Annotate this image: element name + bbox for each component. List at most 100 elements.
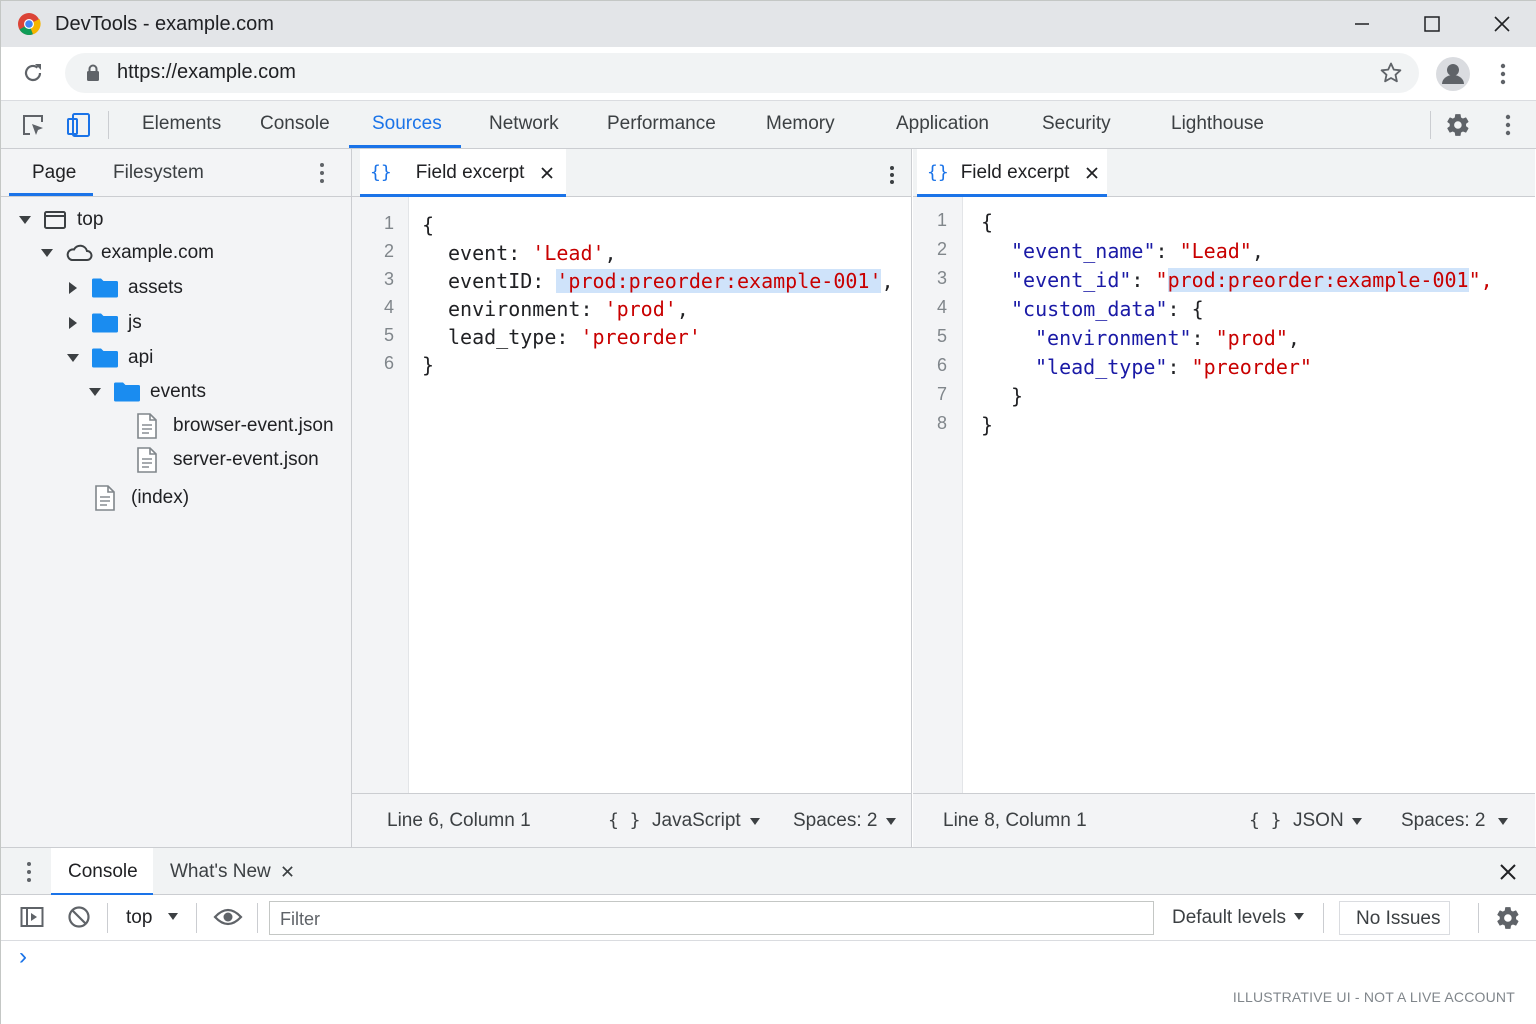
devtools-menu-icon[interactable] [1498,113,1518,137]
close-window-button[interactable] [1482,9,1522,39]
tab-performance[interactable]: Performance [607,113,716,135]
code-line[interactable]: } [981,413,993,437]
close-tab-icon[interactable] [1085,166,1099,180]
expanded-arrow-icon[interactable] [87,384,103,400]
code-line[interactable]: eventID: 'prod:preorder:example-001', [448,269,894,293]
collapsed-arrow-icon[interactable] [65,315,81,331]
console-filter-input[interactable]: Filter [269,901,1154,935]
code-line[interactable]: { [422,213,434,237]
editor-more-icon[interactable] [884,163,900,187]
expanded-arrow-icon[interactable] [39,245,55,261]
cursor-position: Line 8, Column 1 [943,810,1087,831]
tab-console[interactable]: Console [260,113,330,135]
context-select[interactable]: top [126,907,152,929]
minimize-button[interactable] [1342,9,1382,39]
tree-item-index[interactable]: (index) [93,483,189,513]
toolbar-divider [1430,111,1431,139]
url-text[interactable]: https://example.com [117,61,296,84]
tab-memory[interactable]: Memory [766,113,835,135]
file-tab[interactable]: {} Field excerpt [360,149,566,197]
indent-select[interactable]: Spaces: 2 [793,810,878,832]
tab-network[interactable]: Network [489,113,559,135]
sidebar-toggle-icon[interactable] [20,906,44,928]
json-key: "custom_data" [1011,297,1168,321]
console-settings-gear-icon[interactable] [1495,905,1521,931]
code-line[interactable]: } [422,353,434,377]
code-key: event: [448,241,533,265]
minimize-icon [1355,23,1369,25]
close-drawer-icon[interactable] [1499,863,1517,881]
address-bar[interactable]: https://example.com [65,53,1419,93]
tree-item-js[interactable]: js [65,308,142,338]
dropdown-arrow-icon[interactable] [167,912,179,922]
drawer-tab-console[interactable]: Console [51,848,153,896]
expanded-arrow-icon[interactable] [17,212,33,228]
tab-page[interactable]: Page [32,162,76,184]
device-toolbar-icon[interactable] [67,112,91,138]
console-output[interactable]: › ILLUSTRATIVE UI - NOT A LIVE ACCOUNT [1,941,1536,1024]
line-number: 1 [936,210,947,230]
clear-console-icon[interactable] [67,905,91,929]
pretty-print-icon[interactable]: { } [1249,810,1282,831]
dropdown-arrow-icon[interactable] [1497,817,1509,827]
navigator-more-icon[interactable] [312,161,332,185]
lock-icon[interactable] [85,64,101,82]
line-gutter: 1 2 3 4 5 6 [352,197,409,794]
code-line[interactable]: "lead_type": "preorder" [1035,355,1312,379]
code-line[interactable]: environment: 'prod', [448,297,689,321]
profile-avatar-icon[interactable] [1435,56,1471,92]
tree-item-assets[interactable]: assets [65,273,183,303]
file-tab[interactable]: {} Field excerpt [917,149,1107,197]
language-select[interactable]: JavaScript [652,810,741,832]
close-tab-icon[interactable] [281,865,294,878]
close-tab-icon[interactable] [540,166,554,180]
code-line[interactable]: lead_type: 'preorder' [448,325,701,349]
tree-item-top[interactable]: top [17,205,103,235]
tab-security[interactable]: Security [1042,113,1111,135]
tab-lighthouse[interactable]: Lighthouse [1171,113,1264,135]
browser-menu-icon[interactable] [1493,62,1513,86]
tab-application[interactable]: Application [896,113,989,135]
dropdown-arrow-icon[interactable] [1293,912,1305,922]
inspect-element-icon[interactable] [21,113,45,137]
live-expression-eye-icon[interactable] [213,907,243,927]
tree-item-events[interactable]: events [87,377,206,407]
bookmark-star-icon[interactable] [1379,61,1403,85]
pretty-print-icon[interactable]: { } [608,810,641,831]
tree-item-api[interactable]: api [65,343,153,373]
dropdown-arrow-icon[interactable] [885,817,897,827]
drawer-menu-icon[interactable] [21,860,37,884]
drawer-tab-whats-new[interactable]: What's New [170,861,271,883]
code-line[interactable]: "environment": "prod", [1035,326,1300,350]
tab-sources[interactable]: Sources [372,113,442,135]
dropdown-arrow-icon[interactable] [1351,817,1363,827]
line-number: 6 [936,355,947,375]
code-line[interactable]: } [1011,384,1023,408]
tab-elements[interactable]: Elements [142,113,221,135]
dropdown-arrow-icon[interactable] [749,817,761,827]
expanded-arrow-icon[interactable] [65,350,81,366]
line-number: 2 [936,239,947,259]
language-select[interactable]: JSON [1293,810,1344,832]
settings-gear-icon[interactable] [1445,112,1471,138]
toolbar-divider [108,111,109,139]
indent-select[interactable]: Spaces: 2 [1401,810,1486,832]
code-line[interactable]: event: 'Lead', [448,241,617,265]
line-number: 8 [936,413,947,433]
tree-item-file[interactable]: server-event.json [135,445,319,475]
tree-label: top [77,209,104,230]
code-line[interactable]: "event_name": "Lead", [1011,239,1264,263]
tree-item-domain[interactable]: example.com [39,238,214,268]
tree-item-file[interactable]: browser-event.json [135,411,334,441]
code-line[interactable]: "event_id": "prod:preorder:example-001", [1011,268,1493,292]
tree-label: (index) [131,487,190,508]
issues-button[interactable]: No Issues [1339,901,1450,935]
reload-icon[interactable] [21,61,45,85]
log-levels-select[interactable]: Default levels [1172,907,1286,929]
tab-filesystem[interactable]: Filesystem [113,162,204,184]
code-line[interactable]: "custom_data": { [1011,297,1204,321]
code-line[interactable]: { [981,210,993,234]
collapsed-arrow-icon[interactable] [65,280,81,296]
maximize-button[interactable] [1412,9,1452,39]
window-title: DevTools - example.com [55,13,274,35]
